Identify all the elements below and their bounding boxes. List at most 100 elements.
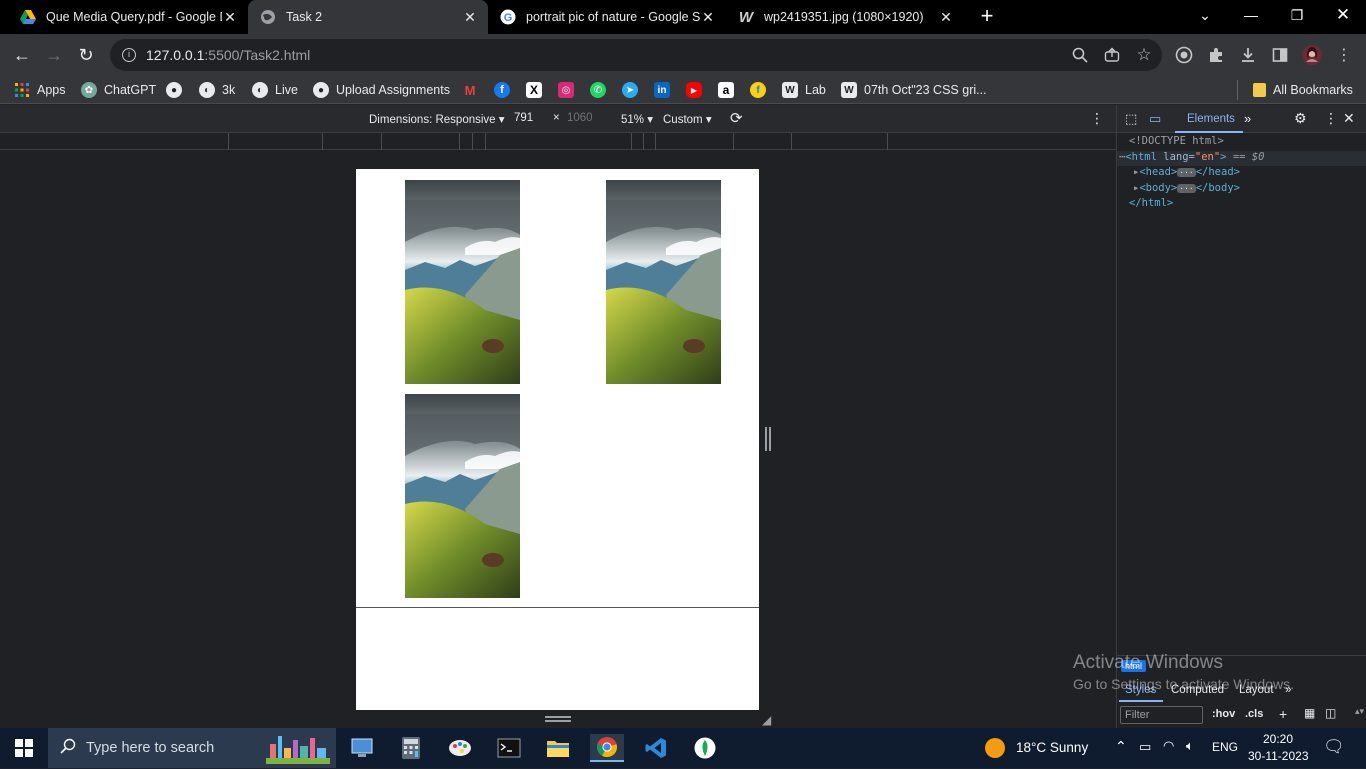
- bookmark-x[interactable]: X: [526, 80, 549, 100]
- bookmark-linkedin[interactable]: in: [654, 80, 677, 100]
- tab-computed[interactable]: Computed: [1171, 684, 1224, 696]
- download-icon[interactable]: [1238, 45, 1258, 65]
- bookmark-apps[interactable]: Apps: [14, 80, 66, 100]
- extensions-puzzle-icon[interactable]: [1206, 45, 1226, 65]
- device-toggle-icon[interactable]: ▭: [1149, 111, 1161, 127]
- tab-styles[interactable]: Styles: [1125, 684, 1156, 696]
- zoom-dropdown[interactable]: 51% ▾: [621, 112, 653, 126]
- bookmark-star-icon[interactable]: ☆: [1134, 45, 1154, 65]
- vscode-icon[interactable]: [639, 734, 673, 762]
- all-bookmarks-folder[interactable]: All Bookmarks: [1253, 80, 1353, 100]
- tab-search-chevron-icon[interactable]: ⌄: [1182, 0, 1228, 30]
- forward-arrow-icon[interactable]: →: [40, 41, 68, 69]
- computed-sidebar-icon[interactable]: ◫: [1325, 706, 1336, 720]
- profile-avatar[interactable]: [1302, 45, 1322, 65]
- new-tab-plus-icon[interactable]: +: [976, 5, 998, 27]
- taskbar-app-network-icon[interactable]: [345, 734, 379, 762]
- device-toolbar-more-icon[interactable]: ⋮: [1090, 110, 1104, 127]
- hov-toggle[interactable]: :hov: [1212, 708, 1235, 720]
- url-text[interactable]: 127.0.0.1:5500/Task2.html: [146, 47, 310, 63]
- back-arrow-icon[interactable]: ←: [8, 41, 36, 69]
- throttle-dropdown[interactable]: Custom ▾: [663, 112, 712, 126]
- chrome-taskbar-icon[interactable]: [590, 734, 624, 762]
- close-icon[interactable]: ✕: [700, 9, 716, 26]
- devtools-close-icon[interactable]: ✕: [1343, 110, 1355, 127]
- height-input[interactable]: 1060: [567, 112, 593, 124]
- close-icon[interactable]: ✕: [462, 9, 478, 26]
- bookmark-upload-assignments[interactable]: ● Upload Assignments: [313, 80, 450, 100]
- bookmark-3k[interactable]: ◐ 3k: [199, 80, 235, 100]
- tab-wallpaper[interactable]: W wp2419351.jpg (1080×1920) ✕: [726, 0, 964, 34]
- bookmark-github[interactable]: ●: [166, 80, 189, 100]
- bookmark-instagram[interactable]: ◎: [558, 80, 581, 100]
- scroll-arrows-icon[interactable]: ▴▾: [1355, 706, 1364, 717]
- tab-que-media-query[interactable]: Que Media Query.pdf - Google D ✕: [8, 0, 248, 34]
- chrome-menu-kebab-icon[interactable]: ⋮: [1334, 45, 1354, 65]
- site-info-icon[interactable]: i: [122, 48, 136, 62]
- restore-icon[interactable]: ❐: [1274, 0, 1320, 30]
- mongodb-compass-icon[interactable]: [688, 734, 722, 762]
- element-state-icon[interactable]: ▦: [1304, 706, 1315, 720]
- bookmark-telegram[interactable]: ➤: [622, 80, 645, 100]
- tab-portrait-pic[interactable]: G portrait pic of nature - Google S ✕: [488, 0, 726, 34]
- file-explorer-folder-icon[interactable]: [541, 734, 575, 762]
- calculator-icon[interactable]: [394, 734, 428, 762]
- weather-text[interactable]: 18°C Sunny: [1016, 740, 1088, 755]
- terminal-icon[interactable]: [492, 734, 526, 762]
- bookmark-facebook[interactable]: f: [494, 80, 517, 100]
- share-icon[interactable]: [1102, 45, 1122, 65]
- windows-start-icon[interactable]: [7, 734, 41, 762]
- wifi-icon[interactable]: ◠: [1163, 738, 1174, 754]
- globe-icon: ◐: [199, 82, 215, 98]
- zoom-magnifier-icon[interactable]: [1070, 45, 1090, 65]
- language-indicator[interactable]: ENG: [1212, 740, 1238, 754]
- extension-record-icon[interactable]: [1174, 45, 1194, 65]
- more-tabs-chevron-icon[interactable]: »: [1285, 684, 1291, 696]
- dimensions-dropdown[interactable]: Dimensions: Responsive ▾: [369, 112, 505, 126]
- settings-gear-icon[interactable]: ⚙: [1294, 110, 1307, 127]
- reload-icon[interactable]: ↻: [72, 41, 100, 69]
- tab-task-2[interactable]: Task 2 ✕: [248, 0, 488, 34]
- close-icon[interactable]: ✕: [222, 9, 238, 26]
- window-close-icon[interactable]: ✕: [1320, 0, 1366, 30]
- bookmark-css-grid[interactable]: W 07th Oct"23 CSS gri...: [841, 80, 987, 100]
- bookmark-amazon[interactable]: a: [718, 80, 741, 100]
- dom-node-head[interactable]: ▸<head> ··· </head>: [1117, 166, 1366, 182]
- dom-node-body[interactable]: ▸<body> ··· </body>: [1117, 182, 1366, 198]
- breadcrumb-html[interactable]: html: [1121, 660, 1147, 672]
- devtools-menu-kebab-icon[interactable]: ⋮: [1324, 110, 1338, 127]
- bookmark-gmail[interactable]: M: [462, 80, 485, 100]
- bookmark-live[interactable]: ◐ Live: [252, 80, 298, 100]
- side-panel-icon[interactable]: [1270, 45, 1290, 65]
- notification-center-icon[interactable]: 🗨︎: [1323, 737, 1345, 757]
- rotate-icon[interactable]: ⟳: [730, 109, 743, 127]
- viewport-resize-handle-bottom[interactable]: [545, 716, 571, 722]
- hidden-icons-chevron-icon[interactable]: ⌃: [1115, 738, 1127, 755]
- tab-title: portrait pic of nature - Google S: [526, 10, 700, 24]
- bookmark-whatsapp[interactable]: ✆: [590, 80, 613, 100]
- clock-time[interactable]: 20:20: [1263, 732, 1293, 746]
- cls-toggle[interactable]: .cls: [1245, 708, 1263, 720]
- dom-node-html[interactable]: ⋯<html lang="en"> == $0: [1117, 150, 1366, 166]
- inspect-element-icon[interactable]: ⬚: [1125, 111, 1137, 127]
- tab-layout[interactable]: Layout: [1239, 684, 1274, 696]
- clock-date[interactable]: 30-11-2023: [1248, 749, 1309, 763]
- viewport-resize-handle-right[interactable]: [765, 427, 771, 451]
- minimize-icon[interactable]: —: [1228, 0, 1274, 30]
- new-style-rule-plus-icon[interactable]: +: [1279, 706, 1287, 722]
- styles-filter-input[interactable]: Filter: [1120, 706, 1203, 724]
- weather-sun-icon[interactable]: [985, 738, 1005, 758]
- bookmark-youtube[interactable]: ▶: [686, 80, 709, 100]
- paint-palette-icon[interactable]: [443, 734, 477, 762]
- bookmark-flipkart[interactable]: f: [750, 80, 773, 100]
- tab-elements[interactable]: Elements: [1187, 113, 1235, 125]
- address-bar[interactable]: i 127.0.0.1:5500/Task2.html: [110, 39, 1162, 71]
- battery-icon[interactable]: ▭: [1139, 739, 1151, 755]
- width-input[interactable]: 791: [514, 112, 533, 124]
- more-tabs-chevron-icon[interactable]: »: [1244, 111, 1251, 126]
- viewport-resize-corner-icon[interactable]: ◢: [762, 713, 771, 727]
- bookmark-lab[interactable]: W Lab: [782, 80, 826, 100]
- volume-icon[interactable]: 🔈︎: [1186, 738, 1194, 754]
- bookmark-chatgpt[interactable]: ✿ ChatGPT: [81, 80, 156, 100]
- close-icon[interactable]: ✕: [938, 9, 954, 26]
